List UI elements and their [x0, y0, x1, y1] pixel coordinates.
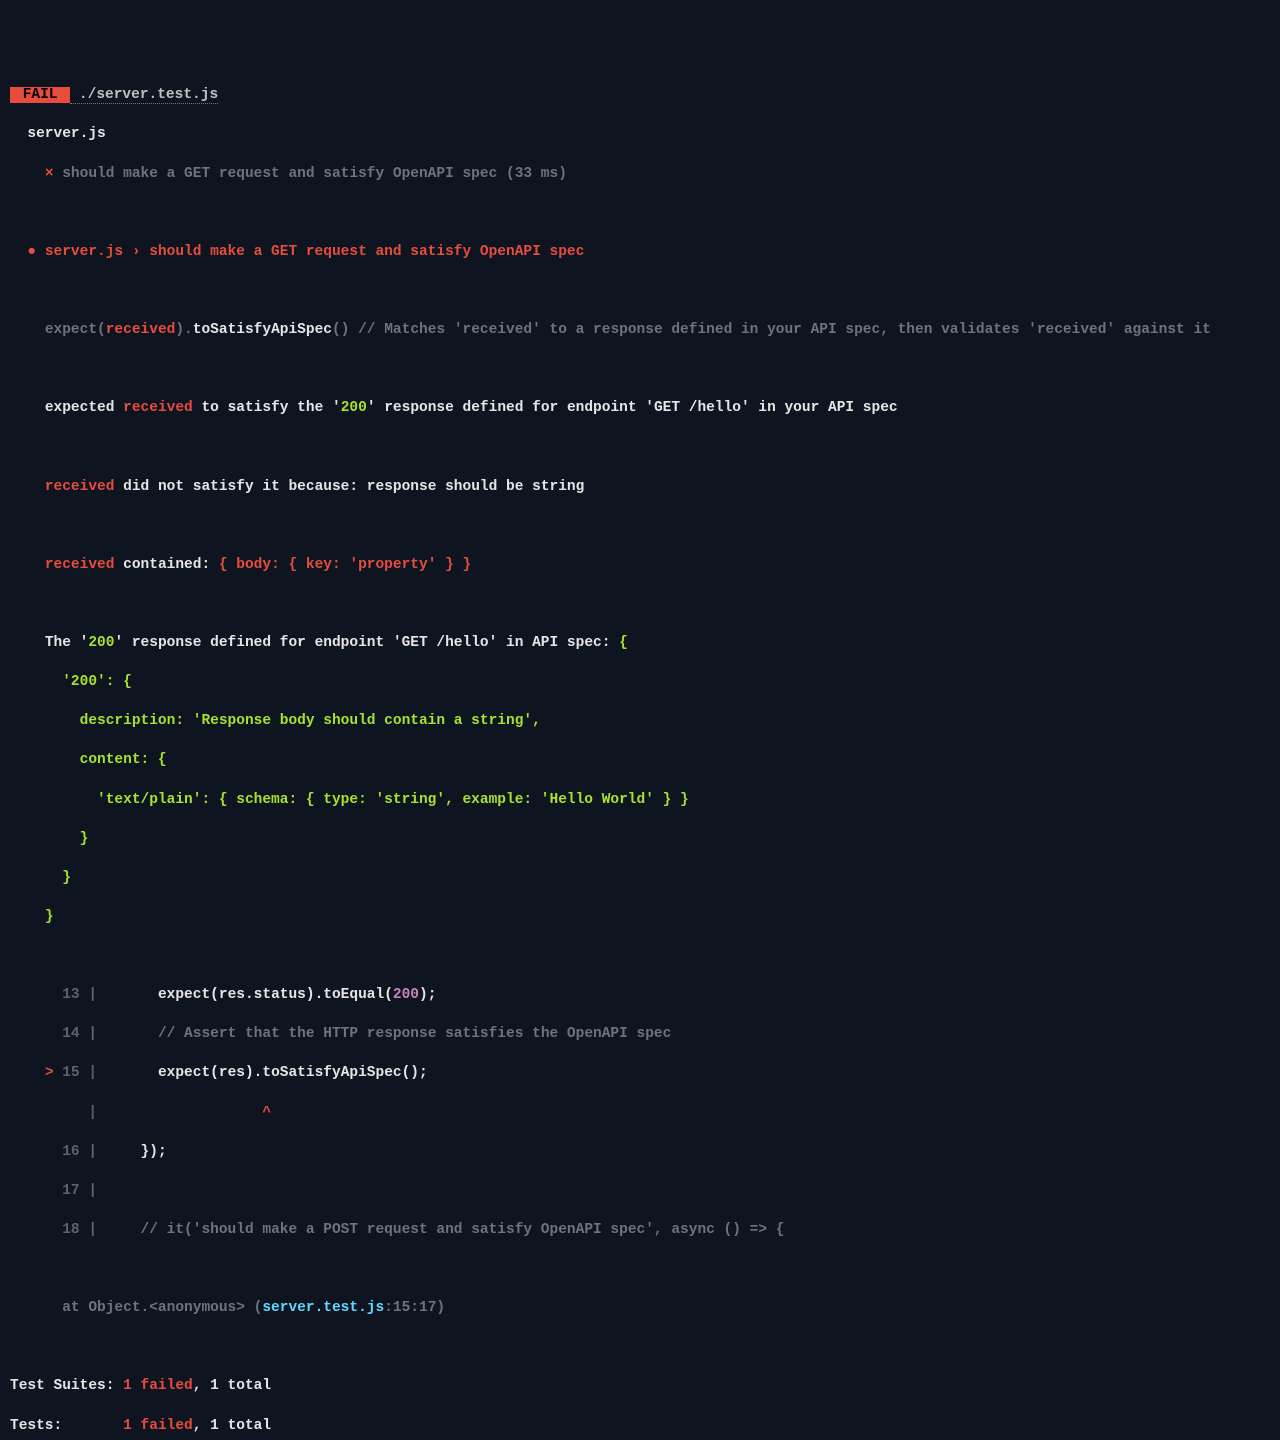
expected-msg: expected received to satisfy the '200' r… [10, 399, 1270, 419]
code-line-16: 16 | }); [10, 1143, 1270, 1163]
code-line-14: 14 | // Assert that the HTTP response sa… [10, 1025, 1270, 1045]
spec-line: } [10, 869, 1270, 889]
code-line-18: 18 | // it('should make a POST request a… [10, 1221, 1270, 1241]
blank-line [10, 517, 1270, 537]
code-line-17: 17 | [10, 1182, 1270, 1202]
test-name: should make a GET request and satisfy Op… [62, 166, 567, 182]
blank-line [10, 360, 1270, 380]
spec-line: content: { [10, 751, 1270, 771]
suite-line: server.js [10, 125, 1270, 145]
fail-badge: FAIL [10, 87, 70, 103]
fail-header: FAIL ./server.test.js [10, 86, 1270, 106]
expect-line: expect(received).toSatisfyApiSpec() // M… [10, 321, 1270, 341]
spec-intro: The '200' response defined for endpoint … [10, 634, 1270, 654]
blank-line [10, 1338, 1270, 1358]
contained-msg: received contained: { body: { key: 'prop… [10, 556, 1270, 576]
blank-line [10, 438, 1270, 458]
spec-line: '200': { [10, 673, 1270, 693]
fail-title: server.js › should make a GET request an… [45, 244, 585, 260]
fail-title-line: ● server.js › should make a GET request … [10, 243, 1270, 263]
code-line-15: > 15 | expect(res).toSatisfyApiSpec(); [10, 1064, 1270, 1084]
suite-name: server.js [27, 126, 105, 142]
test-fail-line: × should make a GET request and satisfy … [10, 165, 1270, 185]
x-icon: × [45, 166, 54, 182]
terminal-output: FAIL ./server.test.js server.js × should… [10, 86, 1270, 1440]
summary-tests: Tests: 1 failed, 1 total [10, 1417, 1270, 1437]
stack-trace: at Object.<anonymous> (server.test.js:15… [10, 1299, 1270, 1319]
test-file-path: ./server.test.js [70, 87, 218, 104]
reason-msg: received did not satisfy it because: res… [10, 478, 1270, 498]
blank-line [10, 1260, 1270, 1280]
blank-line [10, 204, 1270, 224]
spec-line: } [10, 908, 1270, 928]
blank-line [10, 282, 1270, 302]
summary-suites: Test Suites: 1 failed, 1 total [10, 1377, 1270, 1397]
stack-file-link[interactable]: server.test.js [262, 1300, 384, 1316]
blank-line [10, 947, 1270, 967]
spec-line: description: 'Response body should conta… [10, 712, 1270, 732]
caret-marker: ^ [262, 1105, 271, 1121]
code-caret-line: | ^ [10, 1104, 1270, 1124]
spec-line: 'text/plain': { schema: { type: 'string'… [10, 791, 1270, 811]
blank-line [10, 595, 1270, 615]
error-pointer: > [45, 1065, 54, 1081]
spec-line: } [10, 830, 1270, 850]
code-line-13: 13 | expect(res.status).toEqual(200); [10, 986, 1270, 1006]
bullet-icon: ● [27, 244, 36, 260]
